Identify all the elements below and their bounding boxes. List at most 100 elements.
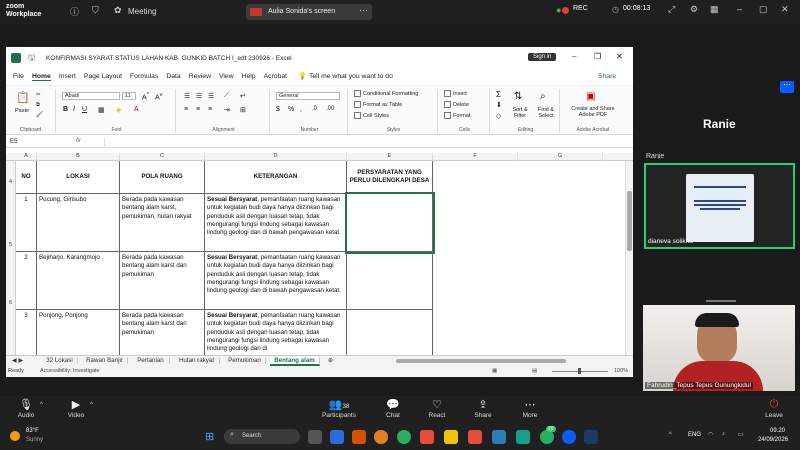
audio-options-icon[interactable]: ^ (40, 402, 43, 408)
align-center-icon[interactable]: ≡ (196, 106, 200, 113)
participant-tile-2[interactable]: Fahrudin_Tepus Tepus Gunungkidul (643, 305, 795, 391)
merge-center-icon[interactable]: ⊞ (240, 106, 246, 114)
settings-icon[interactable]: ⚙ (690, 4, 698, 15)
cell-persyaratan[interactable] (347, 252, 433, 310)
align-top-icon[interactable]: ☰ (184, 92, 190, 100)
sheet-nav-arrows-icon[interactable]: ◀ ▶ (12, 357, 23, 364)
grow-font-icon[interactable]: A^ (142, 92, 149, 101)
insert-cells-button[interactable]: Insert (444, 90, 467, 97)
vertical-scroll-thumb[interactable] (627, 191, 632, 251)
column-header[interactable]: G (518, 153, 603, 161)
increase-decimal-icon[interactable]: .0 (312, 106, 317, 112)
app-icon-4[interactable] (492, 430, 506, 444)
sheet-tab[interactable]: 32 Lokasi (42, 357, 78, 364)
whatsapp-icon[interactable] (540, 430, 554, 444)
cell-styles-button[interactable]: Cell Styles (354, 112, 389, 119)
delete-cells-button[interactable]: Delete (444, 101, 469, 108)
clock-date[interactable]: 24/09/2026 (758, 437, 788, 443)
weather-desc[interactable]: Sunny (26, 437, 43, 443)
italic-icon[interactable]: I (73, 106, 75, 113)
number-format-select[interactable]: General (276, 92, 340, 100)
chrome-icon[interactable] (397, 430, 411, 444)
zoom-app-icon[interactable] (562, 430, 576, 444)
tell-me-input[interactable]: Tell me what you want to do (309, 73, 393, 80)
adobe-pdf-icon[interactable]: ▣ (586, 91, 595, 102)
restore-excel-icon[interactable]: ❐ (594, 52, 601, 61)
leave-button[interactable]: ⏻ Leave (754, 398, 794, 419)
borders-icon[interactable]: ▦ (98, 106, 105, 114)
column-header[interactable]: A (16, 153, 37, 161)
ribbon-tab-data[interactable]: Data (166, 73, 180, 80)
column-header[interactable]: E (347, 153, 433, 161)
cell-no[interactable]: 1 (16, 194, 37, 252)
info-icon[interactable]: ⓘ (70, 5, 79, 18)
name-box[interactable]: E5 (10, 139, 48, 145)
accessibility-status[interactable]: Accessibility: Investigate (40, 368, 100, 374)
font-color-icon[interactable]: A (134, 106, 139, 113)
paste-button[interactable]: Paste (15, 108, 29, 114)
sheet-tab[interactable]: Hutan rakyat (174, 357, 220, 364)
format-painter-icon[interactable]: 🖌 (36, 112, 43, 118)
close-excel-icon[interactable]: ✕ (616, 52, 623, 61)
format-cells-button[interactable]: Format (444, 112, 470, 119)
ribbon-tab-view[interactable]: View (219, 73, 234, 80)
bold-icon[interactable]: B (63, 106, 68, 113)
sort-filter-button[interactable]: Sort & Filter (509, 107, 531, 119)
ribbon-tab-review[interactable]: Review (189, 73, 211, 80)
chat-button[interactable]: 💬 Chat (373, 398, 413, 419)
sign-in-button[interactable]: Sign in (528, 53, 557, 61)
formula-input[interactable] (104, 138, 624, 147)
cell-lokasi[interactable]: Ponjong, Ponjong (37, 310, 120, 357)
app-icon-5[interactable] (516, 430, 530, 444)
app-icon-1[interactable] (330, 430, 344, 444)
more-panel-icon[interactable]: ⋯ (780, 81, 794, 93)
cell-keterangan[interactable]: Sesuai Bersyarat, pemanfaatan ruang kawa… (205, 194, 347, 252)
row-header[interactable]: 7 (6, 310, 16, 357)
search-box[interactable]: ⌕ Search (224, 429, 300, 444)
orientation-icon[interactable]: ⟋ (224, 92, 229, 100)
cell-persyaratan[interactable] (345, 192, 435, 254)
font-name-select[interactable]: Abadi (62, 92, 120, 100)
react-button[interactable]: ♡ React (417, 398, 457, 419)
expand-icon[interactable]: ⤢ (668, 4, 675, 15)
close-icon[interactable]: ✕ (781, 4, 789, 15)
indent-icon[interactable]: ⇥ (224, 106, 230, 114)
cell-pola-ruang[interactable]: Berada pada kawasan bentang alam karst d… (120, 252, 205, 310)
find-select-button[interactable]: Find & Select (534, 107, 558, 119)
shield-icon[interactable]: ⛉ (92, 5, 99, 16)
minimize-excel-icon[interactable]: – (572, 52, 576, 61)
ribbon-tab-acrobat[interactable]: Acrobat (264, 73, 287, 80)
grid-view-icon[interactable]: ▦ (710, 4, 719, 15)
windows-start-icon[interactable]: ⊞ (205, 430, 214, 443)
brave-icon[interactable] (420, 430, 434, 444)
clear-icon[interactable]: ◇ (496, 112, 501, 120)
column-header[interactable]: B (37, 153, 120, 161)
cell-lokasi[interactable]: Pucung, Girisubo (37, 194, 120, 252)
currency-icon[interactable]: $ (276, 106, 280, 113)
fill-color-icon[interactable]: ◈ (116, 106, 121, 114)
cell-no[interactable]: 2 (16, 252, 37, 310)
vertical-scrollbar[interactable] (625, 161, 633, 355)
zoom-slider-thumb[interactable] (578, 368, 581, 374)
row-header[interactable]: 6 (6, 252, 16, 310)
panel-divider[interactable] (706, 300, 736, 302)
header-cell-no[interactable]: NO (16, 161, 37, 194)
header-cell-syarat[interactable]: PERSYARATAN YANG PERLU DILENGKAPI DESA (347, 161, 433, 194)
cell-pola-ruang[interactable]: Berada pada kawasan bentang alam karst d… (120, 310, 205, 357)
shrink-font-icon[interactable]: Av (155, 92, 163, 101)
fx-label[interactable]: fx (76, 138, 81, 144)
row-header[interactable]: 4 (6, 161, 16, 194)
copy-icon[interactable]: ⧉ (36, 102, 40, 109)
video-options-icon[interactable]: ^ (90, 402, 93, 408)
cell-no[interactable]: 3 (16, 310, 37, 357)
create-share-pdf-button[interactable]: Create and Share Adobe PDF (564, 106, 622, 118)
cut-icon[interactable]: ✂ (36, 92, 41, 98)
minimize-icon[interactable]: – (737, 4, 742, 14)
autosum-icon[interactable]: Σ (496, 90, 501, 99)
speaker-icon[interactable]: ♪ (722, 431, 725, 437)
header-cell-pola[interactable]: POLA RUANG (120, 161, 205, 194)
fill-icon[interactable]: ⬇ (496, 101, 502, 109)
cell-pola-ruang[interactable]: Berada pada kawasan bentang alam karst, … (120, 194, 205, 252)
add-sheet-icon[interactable]: ⊕ (328, 357, 333, 364)
task-view-icon[interactable] (308, 430, 322, 444)
